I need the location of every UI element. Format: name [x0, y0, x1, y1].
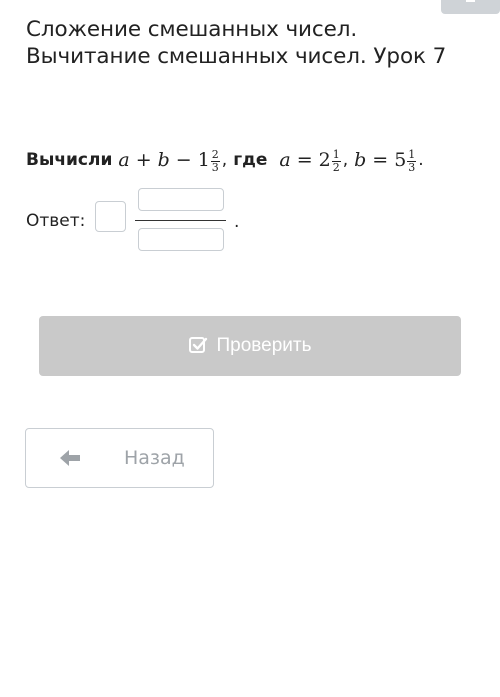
var-b-def: b [354, 149, 367, 171]
check-button[interactable]: Проверить [39, 316, 461, 376]
page: Сложение смешанных чисел. Вычитание смеш… [0, 0, 500, 697]
top-corner-button[interactable] [441, 0, 500, 14]
back-button-label: Назад [124, 447, 185, 469]
answer-fraction-line [135, 220, 226, 221]
a-whole: 2 [318, 149, 331, 171]
equals-sign: = [296, 149, 313, 171]
b-numerator: 1 [407, 147, 417, 162]
plus-sign: + [135, 149, 152, 171]
answer-numerator-input[interactable] [138, 188, 224, 211]
var-b: b [157, 149, 170, 171]
b-fraction: 1 3 [407, 147, 417, 174]
subtrahend-fraction: 2 3 [210, 147, 220, 174]
check-button-label: Проверить [216, 335, 312, 356]
comma: , [342, 150, 349, 170]
where-word: где [233, 150, 268, 170]
back-button[interactable]: Назад [25, 428, 214, 488]
equals-sign: = [372, 149, 389, 171]
b-whole: 5 [394, 149, 407, 171]
top-strip [0, 0, 500, 12]
a-fraction: 1 2 [331, 147, 341, 174]
task-verb: Вычисли [26, 150, 113, 170]
var-a: a [118, 149, 130, 171]
a-numerator: 1 [331, 147, 341, 162]
task-statement: Вычисли a + b − 1 2 3 , где a = 2 1 2 , … [26, 140, 486, 180]
subtrahend-whole: 1 [197, 149, 210, 171]
comma: , [221, 150, 228, 170]
var-a-def: a [279, 149, 291, 171]
answer-trailing-dot: . [234, 212, 240, 232]
subtrahend-denominator: 3 [211, 160, 219, 174]
subtrahend-numerator: 2 [210, 147, 220, 162]
minus-sign: − [175, 149, 192, 171]
checkbox-check-icon [189, 337, 208, 353]
answer-label: Ответ: [26, 211, 86, 231]
answer-whole-input[interactable] [95, 201, 126, 232]
arrow-left-icon [60, 450, 80, 466]
lesson-title: Сложение смешанных чисел. Вычитание смеш… [26, 17, 447, 69]
answer-denominator-input[interactable] [138, 228, 224, 251]
a-denominator: 2 [332, 160, 340, 174]
period: . [418, 150, 424, 170]
b-denominator: 3 [408, 160, 416, 174]
